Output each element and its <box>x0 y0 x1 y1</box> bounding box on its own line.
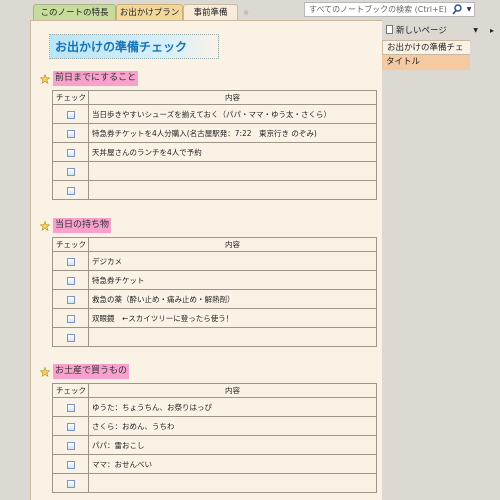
column-header-check: チェック <box>52 237 89 252</box>
checkbox[interactable] <box>66 186 75 195</box>
checkbox[interactable] <box>66 257 75 266</box>
search-input[interactable]: すべてのノートブックの検索 (Ctrl+E) <box>309 3 447 16</box>
checkbox[interactable] <box>66 333 75 342</box>
new-section-tab-icon[interactable]: ☼ <box>239 7 253 19</box>
task-cell[interactable] <box>88 473 377 493</box>
checkbox[interactable] <box>66 295 75 304</box>
column-header-content: 内容 <box>88 237 377 252</box>
task-cell[interactable]: パパ：雷おこし <box>88 435 377 455</box>
page-title-box[interactable]: お出かけの準備チェック <box>49 34 219 59</box>
new-page-label: 新しいページ <box>396 26 447 36</box>
new-page-icon <box>386 25 393 34</box>
table-row: ゆうた：ちょうちん、お祭りはっぴ <box>52 397 377 417</box>
task-cell[interactable]: 双眼鏡 ←スカイツリーに登ったら使う！ <box>88 308 377 328</box>
star-icon <box>40 221 50 231</box>
checkbox[interactable] <box>66 129 75 138</box>
table-row: 双眼鏡 ←スカイツリーに登ったら使う！ <box>52 308 377 328</box>
task-cell[interactable] <box>88 180 377 200</box>
task-cell[interactable] <box>88 327 377 347</box>
checkbox[interactable] <box>66 441 75 450</box>
section-title-souvenirs[interactable]: お土産で買うもの <box>53 364 130 379</box>
checklist-table-before: チェック 内容 当日歩きやすいシューズを揃えておく（パパ・ママ・ゆう太・さくら）… <box>52 90 377 200</box>
table-row: 救急の薬（酔い止め・痛み止め・解熱剤） <box>52 289 377 309</box>
column-header-check: チェック <box>52 383 89 398</box>
star-icon <box>40 74 50 84</box>
note-page[interactable]: お出かけの準備チェック 前日までにすること チェック 内容 当日歩きやすいシュー… <box>30 20 382 500</box>
page-list-panel: 新しいページ ▼ ▸ お出かけの準備チェ タイトル <box>382 20 500 500</box>
table-row <box>52 161 377 181</box>
search-icon[interactable] <box>451 3 463 16</box>
task-cell[interactable]: 特急券チケットを4人分購入(名古屋駅発：7:22 東京行き のぞみ) <box>88 123 377 143</box>
section-tab-bar: このノートの特長 お出かけプラン 事前準備 ☼ すべてのノートブックの検索 (C… <box>0 0 500 22</box>
page-title[interactable]: お出かけの準備チェック <box>55 38 187 55</box>
tab-notebook-features[interactable]: このノートの特長 <box>33 4 116 21</box>
checklist-table-items: チェック 内容 デジカメ 特急券チケット 救急の薬（酔い止め・痛み止め・解熱剤）… <box>52 237 377 347</box>
table-row <box>52 327 377 347</box>
table-row: さくら：おめん、うちわ <box>52 416 377 436</box>
section-title-items[interactable]: 当日の持ち物 <box>53 218 112 233</box>
checklist-table-souvenirs: チェック 内容 ゆうた：ちょうちん、お祭りはっぴ さくら：おめん、うちわ パパ：… <box>52 383 377 493</box>
column-header-check: チェック <box>52 90 89 105</box>
checkbox[interactable] <box>66 422 75 431</box>
task-cell[interactable]: 特急券チケット <box>88 270 377 290</box>
table-row: 特急券チケットを4人分購入(名古屋駅発：7:22 東京行き のぞみ) <box>52 123 377 143</box>
task-cell[interactable]: ゆうた：ちょうちん、お祭りはっぴ <box>88 397 377 417</box>
task-cell[interactable]: さくら：おめん、うちわ <box>88 416 377 436</box>
dropdown-arrow-icon[interactable]: ▼ <box>473 23 478 39</box>
checkbox[interactable] <box>66 148 75 157</box>
checkbox[interactable] <box>66 460 75 469</box>
search-scope-dropdown-icon[interactable]: ▼ <box>465 3 473 16</box>
column-header-content: 内容 <box>88 90 377 105</box>
checkbox[interactable] <box>66 167 75 176</box>
task-cell[interactable]: 当日歩きやすいシューズを揃えておく（パパ・ママ・ゆう太・さくら） <box>88 104 377 124</box>
section-title-before[interactable]: 前日までにすること <box>53 71 139 86</box>
table-row <box>52 473 377 493</box>
table-row: デジカメ <box>52 251 377 271</box>
table-row <box>52 180 377 200</box>
task-cell[interactable]: ママ：おせんべい <box>88 454 377 474</box>
new-page-button[interactable]: 新しいページ ▼ ▸ <box>382 23 500 39</box>
table-row: 特急券チケット <box>52 270 377 290</box>
checkbox[interactable] <box>66 314 75 323</box>
table-row: 天丼屋さんのランチを4人で予約 <box>52 142 377 162</box>
table-row: ママ：おせんべい <box>52 454 377 474</box>
left-margin <box>0 22 30 500</box>
checkbox[interactable] <box>66 479 75 488</box>
task-cell[interactable]: デジカメ <box>88 251 377 271</box>
page-list-item-title[interactable]: タイトル <box>382 55 470 70</box>
checkbox[interactable] <box>66 110 75 119</box>
task-cell[interactable]: 救急の薬（酔い止め・痛み止め・解熱剤） <box>88 289 377 309</box>
task-cell[interactable] <box>88 161 377 181</box>
table-row: パパ：雷おこし <box>52 435 377 455</box>
column-header-content: 内容 <box>88 383 377 398</box>
checkbox[interactable] <box>66 276 75 285</box>
page-list-item-current[interactable]: お出かけの準備チェ <box>382 40 470 55</box>
checkbox[interactable] <box>66 403 75 412</box>
search-box[interactable]: すべてのノートブックの検索 (Ctrl+E) ▼ <box>304 2 475 17</box>
tab-outing-plan[interactable]: お出かけプラン <box>116 4 183 21</box>
task-cell[interactable]: 天丼屋さんのランチを4人で予約 <box>88 142 377 162</box>
table-row: 当日歩きやすいシューズを揃えておく（パパ・ママ・ゆう太・さくら） <box>52 104 377 124</box>
star-icon <box>40 367 50 377</box>
page-list-arrow-icon[interactable]: ▸ <box>490 23 494 39</box>
